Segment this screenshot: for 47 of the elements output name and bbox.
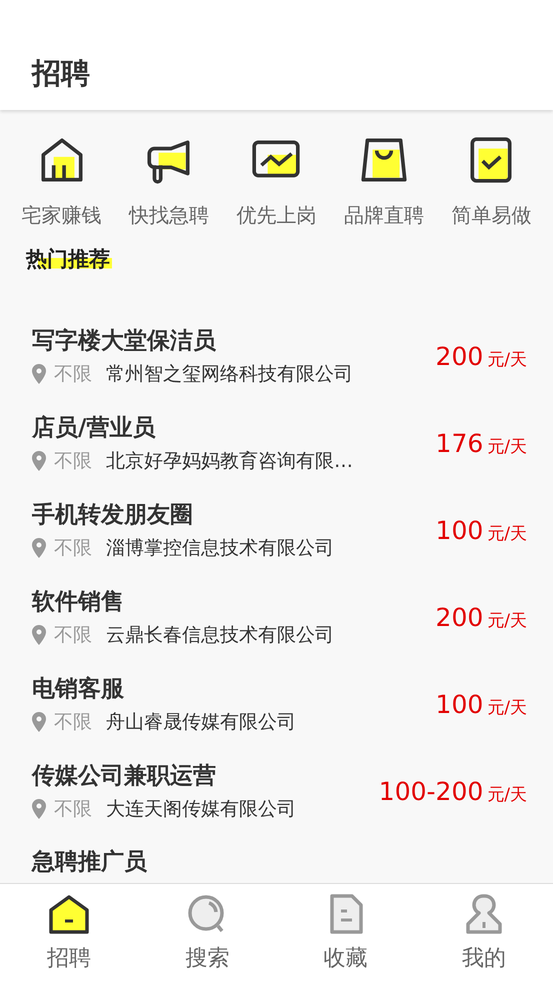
job-title[interactable]: 电销客服: [32, 674, 436, 704]
tab-button[interactable]: 招聘: [29, 892, 110, 983]
tab-button[interactable]: 搜索: [167, 892, 248, 983]
job-location: 不限: [54, 796, 92, 822]
job-title[interactable]: 软件销售: [32, 586, 436, 617]
salary-unit: 元/天: [487, 610, 527, 634]
job-title[interactable]: 店员/营业员: [32, 412, 436, 443]
location-pin-icon: [32, 451, 46, 471]
category-button[interactable]: 宅家赚钱: [22, 134, 102, 230]
job-location: 不限: [54, 536, 92, 561]
salary-unit: 元/天: [487, 697, 527, 720]
category-button[interactable]: 快找急聘: [129, 134, 210, 230]
job-title[interactable]: 手机转发朋友圈: [32, 500, 436, 530]
category-button[interactable]: 优先上岗: [236, 134, 316, 230]
category-button[interactable]: 简单易做: [451, 134, 532, 230]
location-pin-icon: [32, 538, 46, 558]
tab-button[interactable]: 收藏: [306, 892, 386, 983]
salary-unit: 元/天: [487, 784, 527, 808]
company-name: 常州智之玺网络科技有限公司: [106, 362, 353, 387]
company-name: 北京好孕妈妈教育咨询有限…: [106, 448, 353, 474]
salary-amount: 100: [436, 515, 484, 548]
salary-unit: 元/天: [487, 436, 527, 460]
location-pin-icon: [32, 625, 46, 645]
salary-amount: 176: [436, 428, 484, 460]
salary-amount: 200: [436, 602, 484, 634]
salary-amount: 100-200: [378, 776, 484, 808]
salary-unit: 元/天: [487, 523, 527, 546]
company-name: 云鼎长春信息技术有限公司: [106, 622, 334, 648]
location-pin-icon: [32, 799, 46, 819]
job-location: 不限: [54, 362, 92, 387]
location-pin-icon: [32, 364, 46, 384]
tab-button[interactable]: 我的: [444, 892, 524, 983]
job-title[interactable]: 写字楼大堂保洁员: [32, 326, 436, 356]
category-button[interactable]: 品牌直聘: [344, 134, 424, 230]
job-title[interactable]: 急聘推广员: [32, 846, 527, 874]
salary-amount: 100: [436, 689, 484, 722]
job-location: 不限: [54, 448, 92, 474]
salary-amount: 200: [436, 341, 484, 374]
job-location: 不限: [54, 710, 92, 735]
job-title[interactable]: 传媒公司兼职运营: [32, 760, 379, 791]
job-location: 不限: [54, 622, 92, 648]
page-title: 招聘: [32, 54, 90, 92]
company-name: 舟山睿晟传媒有限公司: [106, 710, 296, 735]
location-pin-icon: [32, 712, 46, 732]
company-name: 大连天阁传媒有限公司: [106, 796, 296, 822]
salary-unit: 元/天: [487, 349, 527, 372]
company-name: 淄博掌控信息技术有限公司: [106, 536, 334, 561]
